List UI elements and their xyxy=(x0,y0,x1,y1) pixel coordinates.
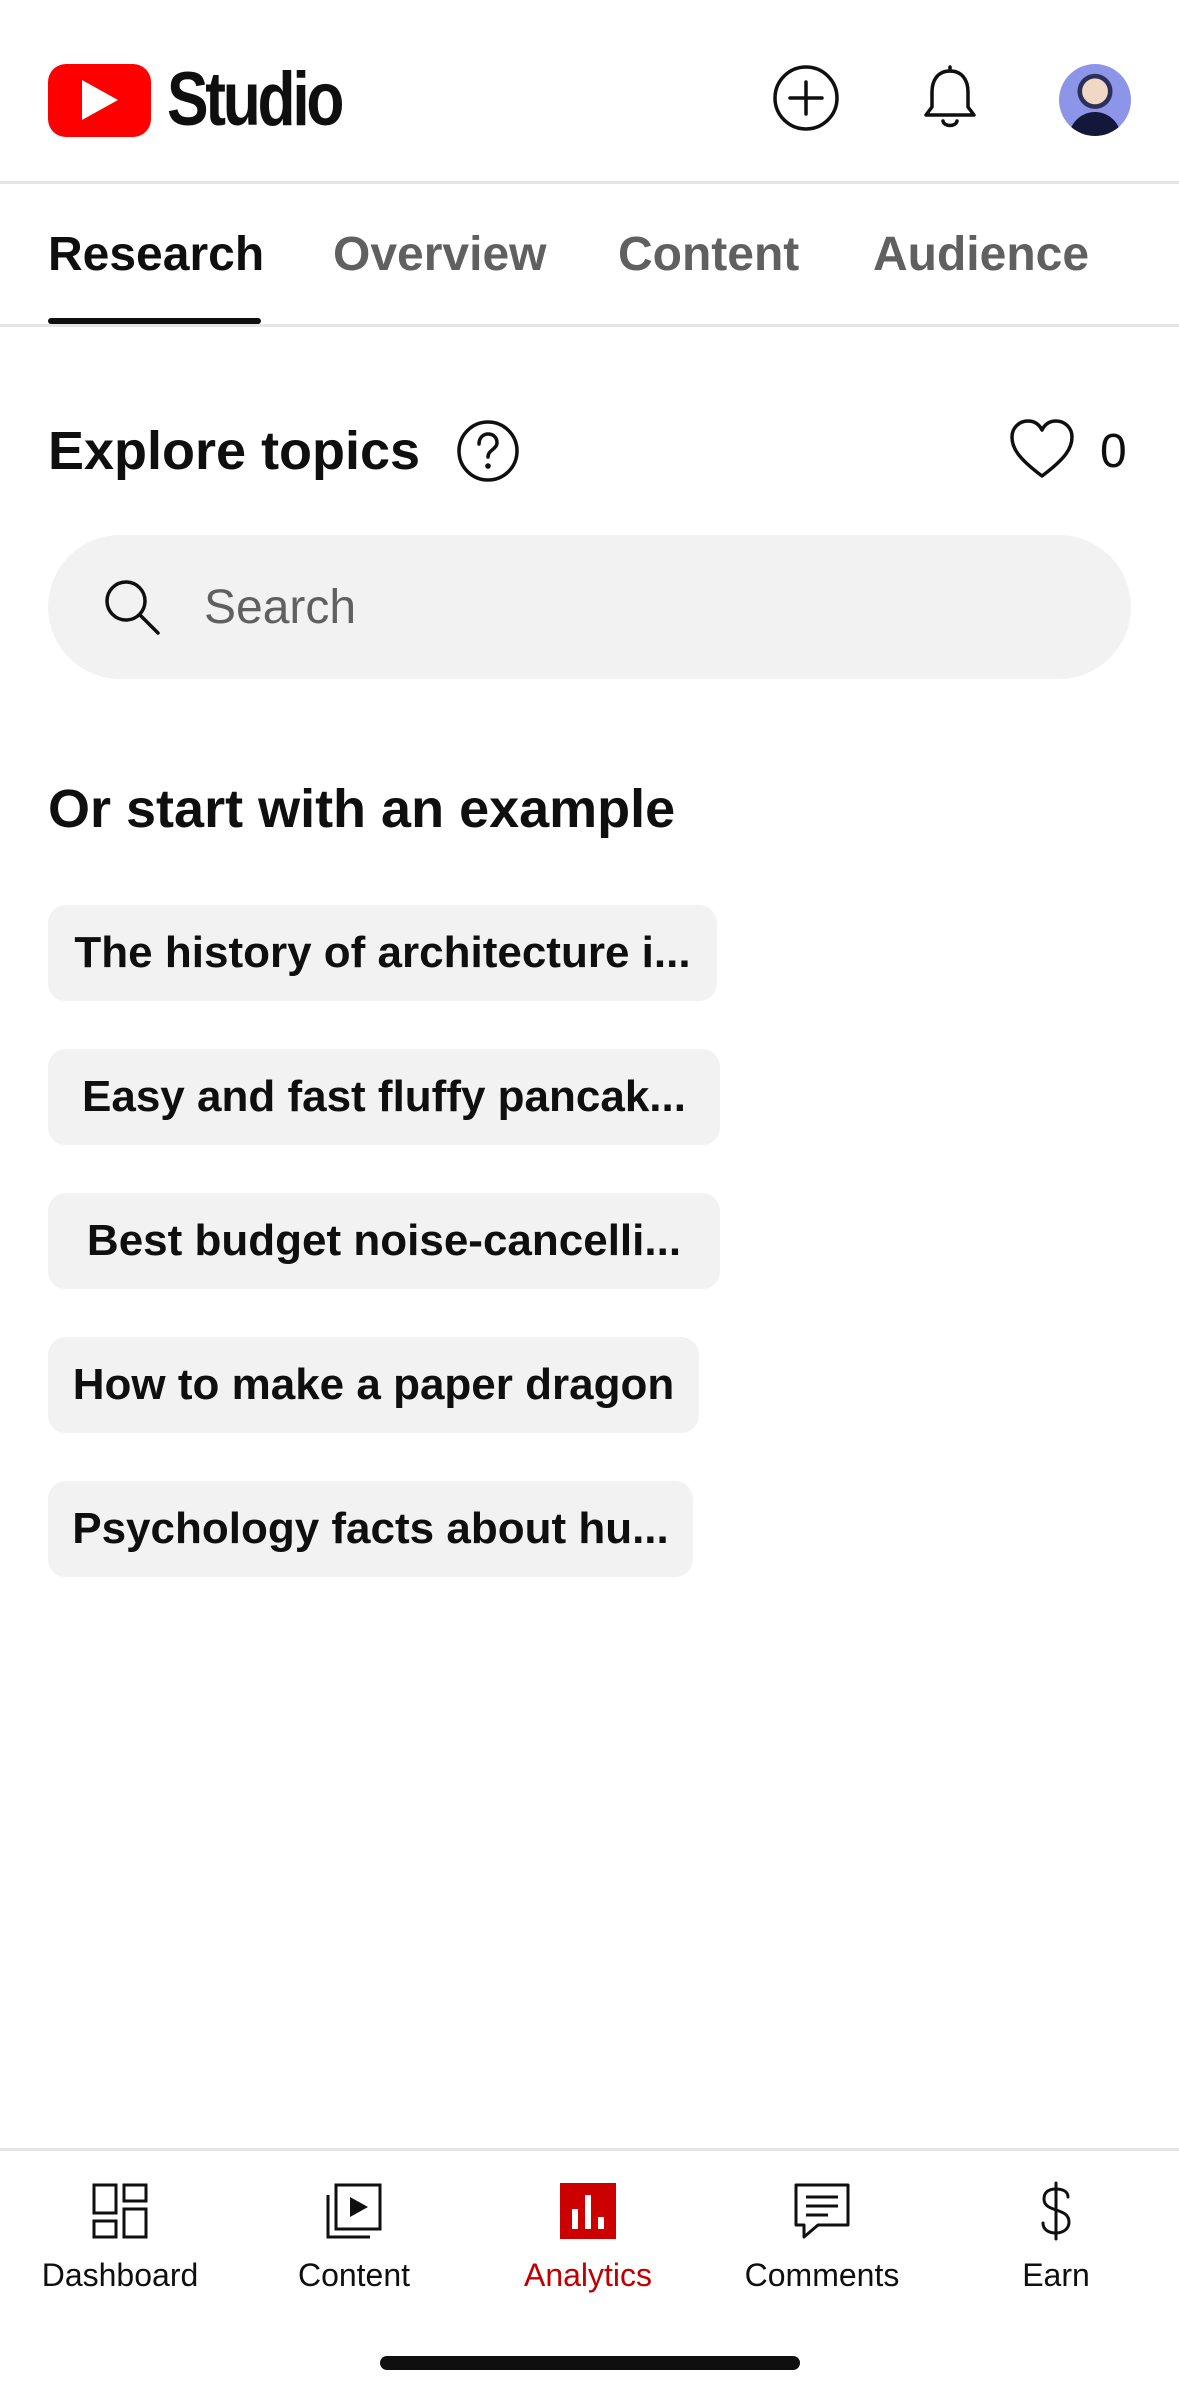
nav-label: Dashboard xyxy=(41,2257,199,2293)
nav-content[interactable]: Content xyxy=(254,2171,454,2301)
search-icon xyxy=(105,580,160,635)
favorites-count: 0 xyxy=(1100,425,1127,478)
heart-icon[interactable] xyxy=(1008,416,1076,484)
tab-audience[interactable]: Audience xyxy=(873,227,1089,282)
notifications-button[interactable] xyxy=(910,58,990,138)
bell-icon xyxy=(924,65,976,128)
app-header: Studio xyxy=(0,0,1179,184)
nav-label: Earn xyxy=(1022,2257,1090,2293)
avatar[interactable] xyxy=(1059,64,1131,136)
video-library-icon xyxy=(326,2183,382,2239)
nav-comments[interactable]: Comments xyxy=(722,2171,922,2301)
tab-research[interactable]: Research xyxy=(48,227,264,282)
tab-overview[interactable]: Overview xyxy=(333,227,546,282)
nav-label: Comments xyxy=(744,2257,900,2293)
home-indicator[interactable] xyxy=(380,2356,800,2370)
example-chip[interactable]: The history of architecture i... xyxy=(48,905,717,1001)
add-circle-icon xyxy=(773,65,839,131)
logo-text: Studio xyxy=(167,57,344,142)
nav-dashboard[interactable]: Dashboard xyxy=(20,2171,220,2301)
studio-research-page: Studio Research Overview Content Audienc… xyxy=(0,0,1179,2396)
comment-icon xyxy=(794,2183,850,2239)
example-chip[interactable]: Best budget noise-cancelli... xyxy=(48,1193,720,1289)
analytics-icon xyxy=(560,2183,616,2239)
help-icon[interactable] xyxy=(456,419,520,483)
example-chip[interactable]: How to make a paper dragon xyxy=(48,1337,699,1433)
tab-content[interactable]: Content xyxy=(618,227,799,282)
dashboard-icon xyxy=(92,2183,148,2239)
nav-label: Analytics xyxy=(523,2257,653,2293)
nav-analytics[interactable]: Analytics xyxy=(488,2171,688,2301)
search-bar[interactable] xyxy=(48,535,1131,679)
create-button[interactable] xyxy=(766,58,846,138)
examples-title: Or start with an example xyxy=(48,779,676,839)
nav-earn[interactable]: Earn xyxy=(956,2171,1156,2301)
tab-bar: Research Overview Content Audience xyxy=(0,187,1179,327)
nav-label: Content xyxy=(297,2257,411,2293)
search-input[interactable] xyxy=(204,573,1084,641)
active-tab-indicator xyxy=(48,318,261,324)
explore-topics-title: Explore topics xyxy=(48,421,421,481)
example-chip[interactable]: Easy and fast fluffy pancak... xyxy=(48,1049,720,1145)
youtube-play-icon xyxy=(48,63,151,137)
dollar-icon xyxy=(1041,2181,1071,2241)
example-chip[interactable]: Psychology facts about hu... xyxy=(48,1481,693,1577)
youtube-studio-logo[interactable]: Studio xyxy=(48,62,379,138)
